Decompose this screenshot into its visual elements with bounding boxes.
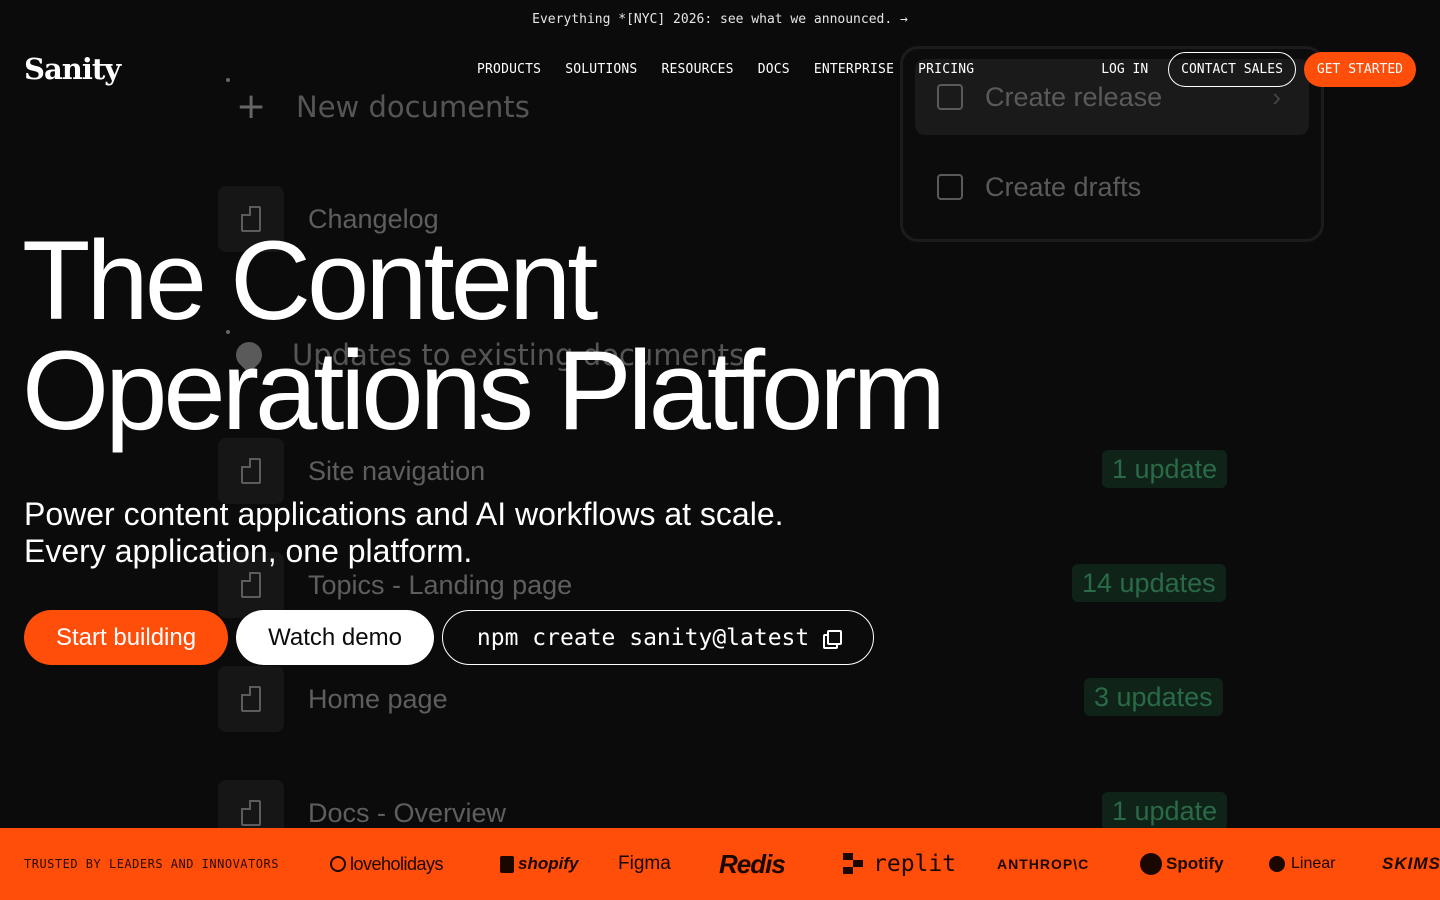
trust-label: TRUSTED BY LEADERS AND INNOVATORS bbox=[24, 857, 279, 871]
linear-disc-icon bbox=[1269, 856, 1285, 872]
customer-logos: loveholidays shopify Figma Redis replit … bbox=[330, 828, 1440, 900]
replit-logo: replit bbox=[843, 851, 997, 877]
hero-title-line1: The Content bbox=[22, 218, 598, 343]
bg-row-label: Home page bbox=[308, 683, 448, 714]
drafts-icon bbox=[937, 174, 963, 200]
trust-bar: TRUSTED BY LEADERS AND INNOVATORS loveho… bbox=[0, 828, 1440, 900]
get-started-button[interactable]: GET STARTED bbox=[1303, 52, 1416, 87]
hero-title-line2: Operations Platform bbox=[22, 328, 946, 453]
nav-link-enterprise[interactable]: ENTERPRISE bbox=[814, 62, 894, 77]
loveholidays-logo: loveholidays bbox=[330, 854, 500, 875]
bg-menu-label: Create drafts bbox=[985, 171, 1142, 202]
nav-link-pricing[interactable]: PRICING bbox=[918, 62, 974, 77]
plus-icon: + bbox=[236, 86, 267, 127]
bg-row: Home page bbox=[218, 666, 448, 732]
start-building-button[interactable]: Start building bbox=[24, 610, 229, 665]
bg-update-badge: 3 updates bbox=[1084, 678, 1223, 716]
announcement-bar[interactable]: Everything *[NYC] 2026: see what we anno… bbox=[0, 0, 1440, 38]
redis-logo: Redis bbox=[719, 848, 786, 879]
watch-demo-button[interactable]: Watch demo bbox=[236, 610, 434, 665]
bg-update-badge: 1 update bbox=[1102, 792, 1228, 830]
hero-title: The Content Operations Platform bbox=[22, 225, 946, 447]
document-icon bbox=[218, 666, 284, 732]
anthropic-logo: ANTHROP\C bbox=[997, 856, 1090, 872]
hero-subtitle-line1: Power content applications and AI workfl… bbox=[24, 496, 784, 532]
figma-logo: Figma bbox=[618, 853, 671, 874]
bg-row-label: Topics - Landing page bbox=[308, 569, 573, 600]
skims-logo: SKIMS bbox=[1382, 854, 1440, 873]
hero-subtitle-line2: Every application, one platform. bbox=[24, 533, 473, 569]
nav-link-resources[interactable]: RESOURCES bbox=[661, 62, 733, 77]
copy-icon[interactable] bbox=[823, 629, 843, 649]
shopify-logo: shopify bbox=[500, 854, 618, 874]
bg-update-badge: 14 updates bbox=[1072, 564, 1226, 602]
nav-link-products[interactable]: PRODUCTS bbox=[477, 62, 541, 77]
bg-new-documents-label: New documents bbox=[296, 89, 530, 124]
announcement-text[interactable]: Everything *[NYC] 2026: see what we anno… bbox=[532, 12, 908, 27]
bg-row-label: Docs - Overview bbox=[308, 797, 507, 828]
nav-link-solutions[interactable]: SOLUTIONS bbox=[565, 62, 637, 77]
spotify-logo: Spotify bbox=[1140, 853, 1269, 875]
sanity-logo[interactable]: Sanity bbox=[24, 50, 121, 88]
login-link[interactable]: LOG IN bbox=[1101, 62, 1148, 77]
nav-links: PRODUCTS SOLUTIONS RESOURCES DOCS ENTERP… bbox=[477, 50, 974, 88]
replit-mark-icon bbox=[843, 853, 863, 875]
bg-new-documents: + New documents bbox=[236, 86, 530, 127]
nav-link-docs[interactable]: DOCS bbox=[758, 62, 790, 77]
spotify-disc-icon bbox=[1140, 853, 1162, 875]
bg-update-badge: 1 update bbox=[1102, 450, 1228, 488]
hero-cta-group: Start building Watch demo npm create san… bbox=[24, 610, 875, 665]
contact-sales-button[interactable]: CONTACT SALES bbox=[1168, 52, 1296, 87]
hero-subtitle: Power content applications and AI workfl… bbox=[24, 496, 784, 570]
npm-command-copy[interactable]: npm create sanity@latest bbox=[441, 610, 875, 665]
linear-logo: Linear bbox=[1269, 855, 1382, 873]
top-nav: Sanity PRODUCTS SOLUTIONS RESOURCES DOCS… bbox=[0, 50, 1440, 88]
nav-actions: LOG IN CONTACT SALES GET STARTED bbox=[1101, 52, 1416, 87]
bg-menu-create-drafts: Create drafts bbox=[915, 149, 1309, 225]
sun-icon bbox=[330, 856, 346, 872]
bg-row-label: Site navigation bbox=[308, 455, 486, 486]
npm-command-text: npm create sanity@latest bbox=[476, 624, 810, 651]
bag-icon bbox=[500, 855, 514, 873]
